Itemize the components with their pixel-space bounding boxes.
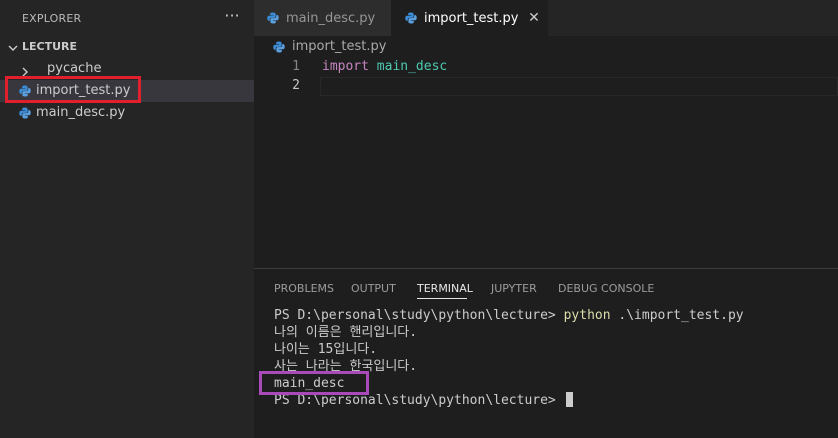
terminal-line: 나의 이름은 핸리입니다. [274, 325, 418, 340]
tree-item-main-desc[interactable]: main_desc.py [0, 102, 254, 124]
python-file-icon [267, 12, 279, 24]
explorer-title: EXPLORER [22, 12, 82, 25]
panel-tab-problems[interactable]: PROBLEMS [274, 282, 334, 295]
current-line-highlight [320, 77, 838, 96]
tab-import-test[interactable]: import_test.py ✕ [391, 0, 548, 36]
highlight-box-purple [259, 371, 369, 395]
terminal-prompt: PS D:\personal\study\python\lecture> [274, 393, 564, 408]
tab-main-desc[interactable]: main_desc.py [254, 0, 391, 36]
panel-tab-debug-console[interactable]: DEBUG CONSOLE [558, 282, 654, 295]
code-line: 1 import main_desc [254, 58, 838, 77]
breadcrumb[interactable]: import_test.py [254, 36, 838, 58]
breadcrumb-label: import_test.py [292, 39, 387, 54]
python-file-icon [19, 107, 31, 119]
chevron-down-icon [7, 39, 19, 51]
code-line-current: 2 [254, 77, 838, 96]
panel-tab-output[interactable]: OUTPUT [351, 282, 396, 295]
panel-tab-jupyter[interactable]: JUPYTER [491, 282, 537, 295]
terminal-command: python [563, 308, 611, 323]
terminal-prompt: PS D:\personal\study\python\lecture> [274, 308, 564, 323]
explorer-header: EXPLORER ··· [0, 0, 254, 36]
python-file-icon [405, 12, 417, 24]
terminal-line: PS D:\personal\study\python\lecture> pyt… [274, 307, 834, 324]
keyword-token: import [322, 59, 369, 74]
editor-tab-bar: main_desc.py import_test.py ✕ [254, 0, 838, 36]
tab-label: import_test.py [424, 11, 519, 26]
tab-label: main_desc.py [286, 11, 376, 26]
code-editor[interactable]: 1 import main_desc 2 [254, 58, 838, 268]
line-number: 2 [292, 78, 300, 93]
python-file-icon [273, 41, 285, 53]
terminal-line: 나이는 15입니다. [274, 342, 378, 357]
bottom-panel: PROBLEMS OUTPUT TERMINAL JUPYTER DEBUG C… [254, 268, 838, 438]
panel-tab-terminal[interactable]: TERMINAL [417, 282, 473, 295]
folder-lecture[interactable]: LECTURE [0, 36, 254, 58]
terminal-args: .\import_test.py [610, 308, 744, 323]
tree-item-label: pycache [47, 61, 102, 76]
folder-name: LECTURE [22, 40, 78, 53]
explorer-sidebar: EXPLORER ··· LECTURE pycache import_test… [0, 0, 254, 438]
line-number: 1 [292, 59, 300, 74]
terminal-cursor [565, 392, 573, 407]
more-actions-icon[interactable]: ··· [223, 6, 241, 26]
close-icon[interactable]: ✕ [526, 10, 542, 26]
chevron-right-icon [20, 63, 30, 77]
active-tab-underline [417, 298, 467, 299]
tree-item-label: main_desc.py [36, 105, 126, 120]
module-token: main_desc [376, 59, 448, 74]
highlight-box-red [5, 76, 141, 103]
line-code: import main_desc [322, 59, 447, 74]
